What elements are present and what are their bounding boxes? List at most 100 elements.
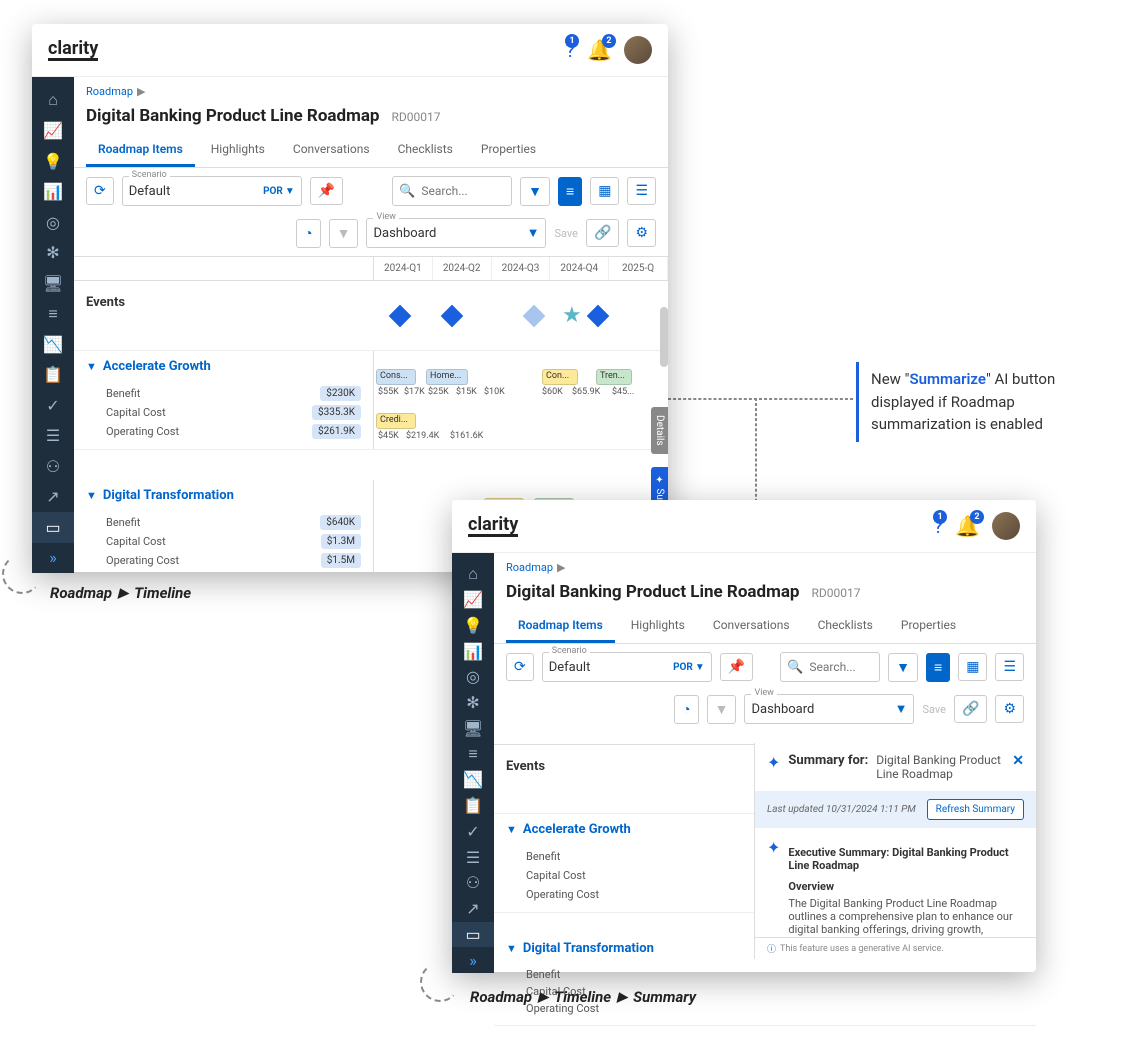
timeline-bar[interactable]: Tren... [596,369,632,385]
view-select[interactable]: View Dashboard ▼ [366,218,546,248]
view-board-icon[interactable]: ▦ [590,177,619,205]
view-bars-icon[interactable]: ≡ [926,653,950,682]
tab-highlights[interactable]: Highlights [199,134,277,167]
timeline-bar[interactable]: Cons... [376,369,416,385]
window-roadmap-summary: clarity ?1 🔔2 ⌂ 📈 💡 📊 ◎ ✻ 🖥 ≡ 📉 📋 ✓ ☰ ⚇ … [452,500,1036,972]
snowflake-icon[interactable]: ✻ [32,238,74,269]
pie-chart-icon[interactable]: ◔ [296,219,320,248]
checklist-icon[interactable]: ☰ [32,421,74,452]
search-input[interactable]: 🔍 [780,652,880,682]
dropdown-icon[interactable]: ▼ [329,219,359,248]
target-icon[interactable]: ◎ [452,664,494,690]
refresh-icon[interactable]: ⟳ [506,653,534,681]
view-list-icon[interactable]: ☰ [627,177,656,205]
clipboard-icon[interactable]: 📋 [452,793,494,819]
check-icon[interactable]: ✓ [452,819,494,845]
database-icon[interactable]: ≡ [452,741,494,767]
link-icon[interactable]: 🔗 [954,695,987,723]
avatar[interactable] [624,36,652,64]
tab-highlights[interactable]: Highlights [619,610,697,643]
event-marker[interactable] [441,304,464,327]
chart-area-icon[interactable]: 📈 [452,587,494,613]
org-icon[interactable]: ⚇ [452,870,494,896]
export-icon[interactable]: ↗ [452,896,494,922]
refresh-summary-button[interactable]: Refresh Summary [927,799,1024,820]
tab-properties[interactable]: Properties [889,610,968,643]
gear-icon[interactable]: ⚙ [627,219,656,247]
view-select[interactable]: View Dashboard ▼ [744,694,914,724]
event-marker[interactable] [389,304,412,327]
tab-checklists[interactable]: Checklists [386,134,465,167]
lightbulb-icon[interactable]: 💡 [452,613,494,639]
view-bars-icon[interactable]: ≡ [558,177,582,206]
bar-chart-icon[interactable]: 📊 [32,177,74,208]
page-id: RD00017 [811,586,860,600]
tab-roadmap-items[interactable]: Roadmap Items [506,610,615,643]
event-marker[interactable] [586,304,609,327]
breadcrumb[interactable]: Roadmap▶ [494,553,1036,582]
search-input[interactable]: 🔍 [392,176,512,206]
bell-icon[interactable]: 🔔2 [587,38,612,62]
pie-chart-icon[interactable]: ◔ [674,695,698,724]
help-icon[interactable]: ?1 [566,38,575,62]
line-chart-icon[interactable]: 📉 [452,767,494,793]
tab-roadmap-items[interactable]: Roadmap Items [86,134,195,167]
lightbulb-icon[interactable]: 💡 [32,146,74,177]
timeline-bar[interactable]: Con... [542,369,578,385]
gear-icon[interactable]: ⚙ [995,695,1024,723]
filter-icon[interactable]: ▼ [888,653,918,682]
pin-icon[interactable]: 📌 [720,653,753,681]
close-icon[interactable]: ✕ [1012,753,1024,769]
clipboard-icon[interactable]: 📋 [32,360,74,391]
timeline-bar[interactable]: Credi... [376,413,416,429]
snowflake-icon[interactable]: ✻ [452,690,494,716]
caption-1: Roadmap▶Timeline [50,584,191,602]
summary-subject: Digital Banking Product Line Roadmap [876,753,1004,781]
scrollbar[interactable] [660,307,668,367]
dashed-arc [2,554,42,594]
expand-sidebar-icon[interactable]: » [452,947,494,973]
group-accelerate-growth[interactable]: ▼Accelerate Growth [74,351,373,382]
tab-conversations[interactable]: Conversations [281,134,382,167]
dropdown-icon[interactable]: ▼ [707,695,737,724]
bell-icon[interactable]: 🔔2 [955,514,980,538]
monitor-icon[interactable]: 🖥 [32,268,74,299]
tab-conversations[interactable]: Conversations [701,610,802,643]
checklist-icon[interactable]: ☰ [452,844,494,870]
breadcrumb[interactable]: Roadmap▶ [74,77,668,106]
database-icon[interactable]: ≡ [32,299,74,330]
star-marker[interactable]: ★ [562,303,582,328]
view-board-icon[interactable]: ▦ [958,653,987,681]
roadmap-icon[interactable]: ▭ [452,922,494,948]
search-icon: 🔍 [399,184,415,199]
tab-properties[interactable]: Properties [469,134,548,167]
save-button[interactable]: Save [554,227,578,240]
org-icon[interactable]: ⚇ [32,451,74,482]
details-tab[interactable]: Details [651,407,668,454]
filter-icon[interactable]: ▼ [520,177,550,206]
tab-checklists[interactable]: Checklists [806,610,885,643]
scenario-select[interactable]: Scenario Default POR ▼ [542,652,712,682]
event-marker[interactable] [523,304,546,327]
export-icon[interactable]: ↗ [32,482,74,513]
view-list-icon[interactable]: ☰ [995,653,1024,681]
bar-chart-icon[interactable]: 📊 [452,638,494,664]
timeline-bar[interactable]: Home... [426,369,468,385]
pin-icon[interactable]: 📌 [310,177,343,205]
app-header: clarity ?1 🔔2 [32,24,668,77]
link-icon[interactable]: 🔗 [586,219,619,247]
scenario-select[interactable]: Scenario Default POR ▼ [122,176,302,206]
save-button[interactable]: Save [922,703,946,716]
line-chart-icon[interactable]: 📉 [32,329,74,360]
avatar[interactable] [992,512,1020,540]
chart-area-icon[interactable]: 📈 [32,116,74,147]
home-icon[interactable]: ⌂ [32,85,74,116]
target-icon[interactable]: ◎ [32,207,74,238]
help-icon[interactable]: ?1 [934,514,943,538]
refresh-icon[interactable]: ⟳ [86,177,114,205]
monitor-icon[interactable]: 🖥 [452,716,494,742]
home-icon[interactable]: ⌂ [452,561,494,587]
group-digital-transformation[interactable]: ▼Digital Transformation [74,480,373,511]
roadmap-icon[interactable]: ▭ [32,512,74,543]
check-icon[interactable]: ✓ [32,390,74,421]
